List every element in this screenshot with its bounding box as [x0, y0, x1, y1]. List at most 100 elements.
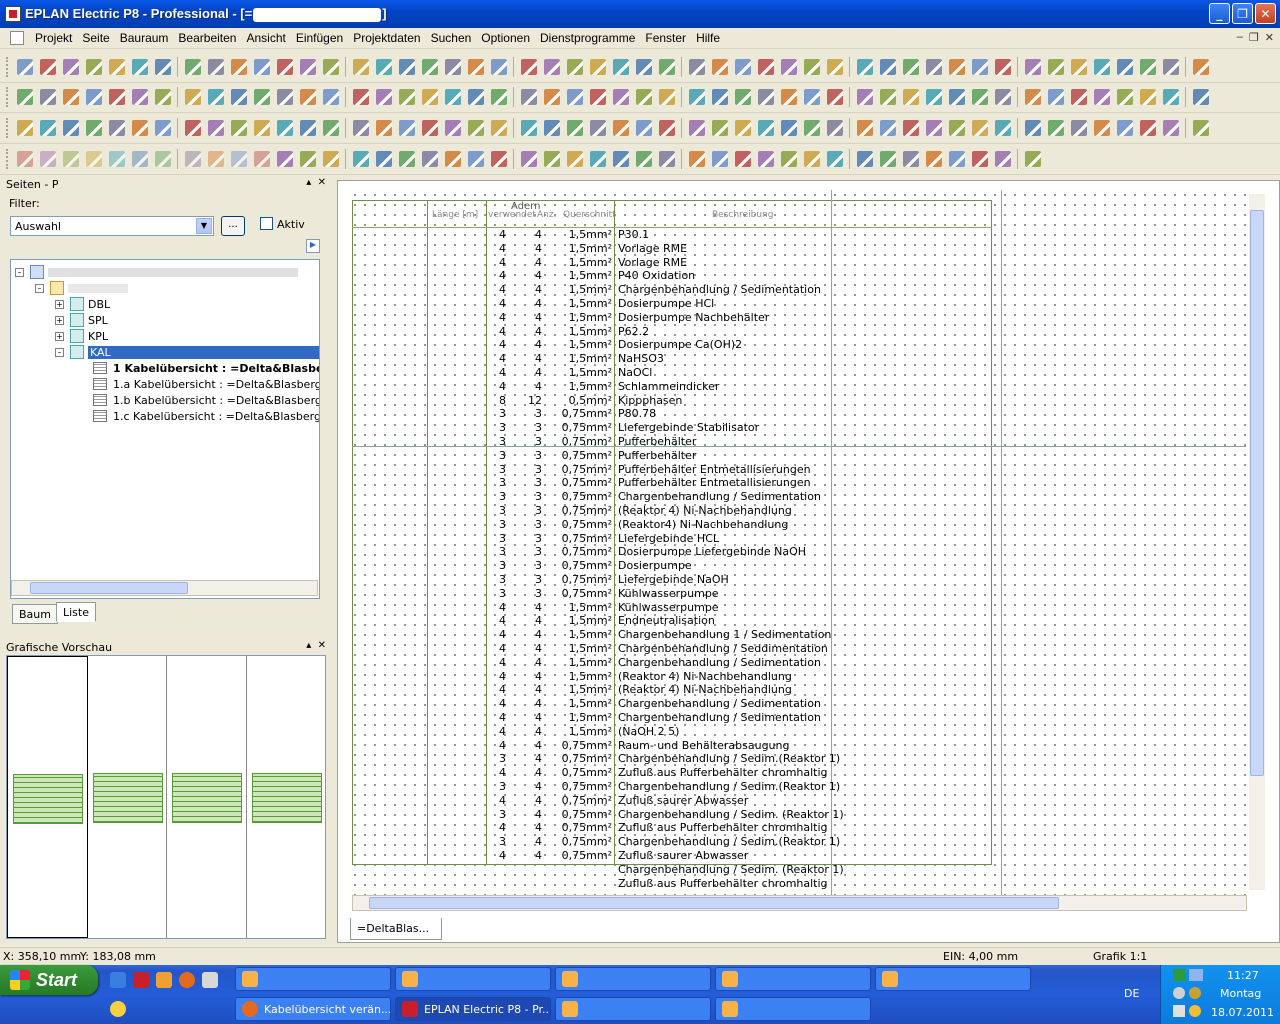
toolbar-tool-icon[interactable]: [803, 89, 820, 105]
toolbar-tool-icon[interactable]: [16, 89, 33, 105]
toolbar-tool-icon[interactable]: [108, 120, 125, 136]
toolbar-tool-icon[interactable]: [1162, 59, 1179, 75]
toolbar-tool-icon[interactable]: [994, 151, 1011, 167]
toolbar-tool-icon[interactable]: [635, 59, 652, 75]
toolbar-tool-icon[interactable]: [543, 89, 560, 105]
tree-horizontal-scrollbar[interactable]: [11, 580, 318, 596]
toolbar-tool-icon[interactable]: [902, 59, 919, 75]
toolbar-tool-icon[interactable]: [856, 59, 873, 75]
toolbar-tool-icon[interactable]: [299, 120, 316, 136]
toolbar-tool-icon[interactable]: [154, 151, 171, 167]
toolbar-tool-icon[interactable]: [154, 59, 171, 75]
toolbar-tool-icon[interactable]: [398, 59, 415, 75]
toolbar-tool-icon[interactable]: [467, 59, 484, 75]
toolbar-tool-icon[interactable]: [39, 120, 56, 136]
toolbar-tool-icon[interactable]: [734, 151, 751, 167]
tab-liste[interactable]: Liste: [56, 602, 96, 622]
toolbar-tool-icon[interactable]: [879, 120, 896, 136]
aktiv-checkbox[interactable]: [260, 217, 273, 230]
toolbar-tool-icon[interactable]: [543, 120, 560, 136]
toolbar-tool-icon[interactable]: [230, 120, 247, 136]
toolbar-tool-icon[interactable]: [856, 151, 873, 167]
sheet-tab[interactable]: =DeltaBlas...: [350, 918, 442, 940]
toolbar-tool-icon[interactable]: [444, 59, 461, 75]
toolbar-tool-icon[interactable]: [971, 120, 988, 136]
toolbar-tool-icon[interactable]: [658, 89, 675, 105]
toolbar-tool-icon[interactable]: [635, 89, 652, 105]
tree-project-row[interactable]: –: [15, 264, 298, 280]
toolbar-tool-icon[interactable]: [520, 89, 537, 105]
panel-close-icon[interactable]: ✕: [318, 177, 326, 188]
toolbar-tool-icon[interactable]: [879, 151, 896, 167]
toolbar-tool-icon[interactable]: [948, 89, 965, 105]
tree-page-1[interactable]: 1 Kabelübersicht : =Delta&Blasberg-: [93, 360, 319, 376]
scrollbar-thumb[interactable]: [369, 897, 1059, 909]
toolbar-tool-icon[interactable]: [1139, 59, 1156, 75]
toolbar-tool-icon[interactable]: [803, 151, 820, 167]
toolbar-tool-icon[interactable]: [948, 59, 965, 75]
toolbar-tool-icon[interactable]: [85, 120, 102, 136]
quicklaunch-icon[interactable]: [202, 972, 218, 988]
toolbar-tool-icon[interactable]: [803, 120, 820, 136]
toolbar-tool-icon[interactable]: [1192, 59, 1209, 75]
toolbar-tool-icon[interactable]: [734, 120, 751, 136]
toolbar-tool-icon[interactable]: [375, 89, 392, 105]
toolbar-tool-icon[interactable]: [276, 120, 293, 136]
toolbar-tool-icon[interactable]: [467, 120, 484, 136]
toolbar-tool-icon[interactable]: [658, 151, 675, 167]
tray-icon[interactable]: [1173, 987, 1185, 999]
toolbar-tool-icon[interactable]: [543, 151, 560, 167]
toolbar-tool-icon[interactable]: [635, 151, 652, 167]
collapse-icon[interactable]: –: [15, 267, 24, 277]
toolbar-grip[interactable]: [6, 87, 9, 107]
filter-select[interactable]: Auswahl ▼: [10, 216, 214, 236]
toolbar-tool-icon[interactable]: [780, 151, 797, 167]
toolbar-tool-icon[interactable]: [490, 59, 507, 75]
toolbar-tool-icon[interactable]: [322, 151, 339, 167]
toolbar-tool-icon[interactable]: [1162, 120, 1179, 136]
close-button[interactable]: ✕: [1255, 3, 1276, 24]
toolbar-tool-icon[interactable]: [757, 120, 774, 136]
panel-close-icon[interactable]: ✕: [318, 640, 326, 651]
toolbar-tool-icon[interactable]: [1070, 89, 1087, 105]
tree-node-kal[interactable]: – KAL: [55, 344, 319, 360]
toolbar-tool-icon[interactable]: [154, 120, 171, 136]
toolbar-tool-icon[interactable]: [520, 120, 537, 136]
toolbar-tool-icon[interactable]: [856, 120, 873, 136]
toolbar-tool-icon[interactable]: [612, 59, 629, 75]
menu-hilfe[interactable]: Hilfe: [691, 31, 725, 45]
toolbar-tool-icon[interactable]: [1024, 89, 1041, 105]
minimize-button[interactable]: _: [1209, 3, 1230, 24]
toolbar-tool-icon[interactable]: [253, 89, 270, 105]
expand-arrow-icon[interactable]: ▶: [306, 239, 320, 253]
mdi-close-button[interactable]: ✕: [1265, 31, 1274, 44]
toolbar-tool-icon[interactable]: [184, 89, 201, 105]
tree-node-spl[interactable]: + SPL: [55, 312, 108, 328]
menu-bearbeiten[interactable]: Bearbeiten: [173, 31, 241, 45]
taskbar-item-hidden[interactable]: [395, 967, 551, 991]
toolbar-grip[interactable]: [6, 57, 9, 77]
toolbar-tool-icon[interactable]: [108, 151, 125, 167]
toolbar-tool-icon[interactable]: [131, 120, 148, 136]
toolbar-tool-icon[interactable]: [757, 59, 774, 75]
toolbar-tool-icon[interactable]: [780, 59, 797, 75]
tray-icon[interactable]: [1173, 969, 1185, 981]
toolbar-tool-icon[interactable]: [299, 151, 316, 167]
tab-baum[interactable]: Baum: [12, 604, 58, 624]
menu-projekt[interactable]: Projekt: [30, 31, 77, 45]
toolbar-tool-icon[interactable]: [879, 59, 896, 75]
toolbar-tool-icon[interactable]: [16, 120, 33, 136]
toolbar-tool-icon[interactable]: [62, 59, 79, 75]
collapse-icon[interactable]: –: [35, 283, 44, 293]
toolbar-tool-icon[interactable]: [1116, 120, 1133, 136]
tray-icon[interactable]: [1189, 987, 1201, 999]
toolbar-tool-icon[interactable]: [207, 89, 224, 105]
toolbar-tool-icon[interactable]: [108, 59, 125, 75]
taskbar-item-hidden[interactable]: [875, 967, 1031, 991]
menu-einfuegen[interactable]: Einfügen: [291, 31, 348, 45]
mdi-minimize-button[interactable]: –: [1237, 31, 1243, 44]
toolbar-tool-icon[interactable]: [612, 151, 629, 167]
toolbar-tool-icon[interactable]: [62, 120, 79, 136]
toolbar-tool-icon[interactable]: [131, 151, 148, 167]
toolbar-tool-icon[interactable]: [658, 59, 675, 75]
